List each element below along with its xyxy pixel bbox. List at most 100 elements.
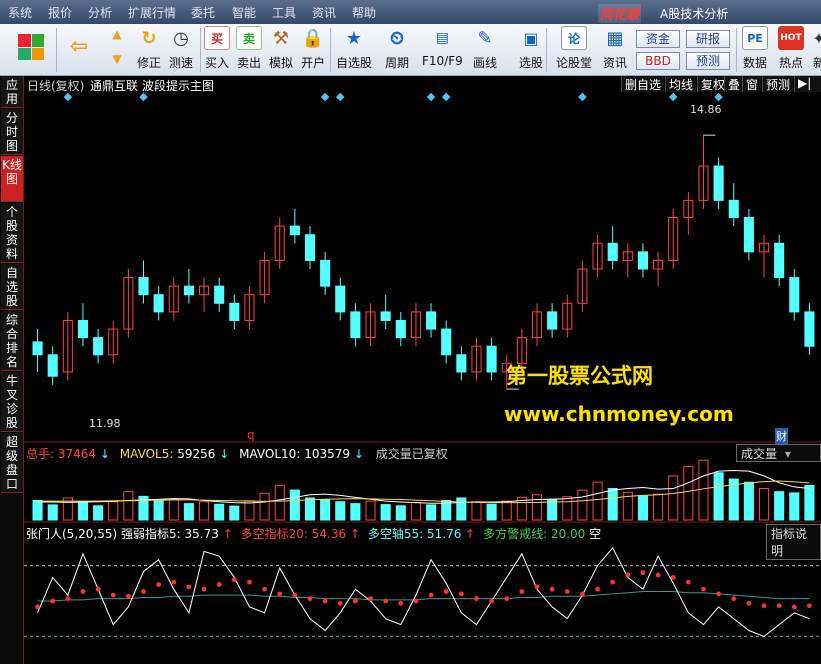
menu-item-4[interactable]: 委托 bbox=[191, 4, 215, 21]
multi20-dot-21 bbox=[352, 598, 358, 604]
toolbar-button-15[interactable]: ✦ 新 bbox=[806, 26, 821, 71]
volume-bar-0 bbox=[32, 499, 43, 521]
toolbar-button-7[interactable]: ⏲ 周期 bbox=[384, 26, 410, 71]
buy-icon: 买 bbox=[204, 26, 230, 50]
menu-item-0[interactable]: 系统 bbox=[8, 4, 32, 21]
toolbar-button-1[interactable]: ◷ 测速 bbox=[168, 26, 194, 71]
chart-header-button-3[interactable]: 叠 bbox=[724, 76, 744, 92]
menu-item-6[interactable]: 工具 bbox=[272, 4, 296, 21]
multi20-dot-49 bbox=[776, 603, 782, 609]
left-tab-2[interactable]: K线图 bbox=[1, 156, 23, 202]
menu-item-5[interactable]: 智能 bbox=[232, 4, 256, 21]
toolbar-button-2[interactable]: 买买入 bbox=[204, 26, 230, 71]
multi20-dot-13 bbox=[231, 577, 237, 583]
menu-item-2[interactable]: 分析 bbox=[88, 4, 112, 21]
page-down-button[interactable]: ▼ bbox=[104, 51, 130, 67]
sell-icon: 卖 bbox=[236, 26, 262, 50]
multi20-dot-2 bbox=[65, 596, 71, 602]
multi20-dot-20 bbox=[337, 600, 343, 606]
multi20-dot-16 bbox=[277, 591, 283, 597]
multi20-dot-18 bbox=[307, 596, 313, 602]
multi20-dot-6 bbox=[125, 593, 131, 599]
candle-body-50 bbox=[789, 277, 800, 313]
toolbar-button-9[interactable]: ✎ 画线 bbox=[472, 26, 498, 71]
volume-bar-35 bbox=[562, 496, 573, 521]
chart-header-button-1[interactable]: 均线 bbox=[665, 76, 697, 92]
toolbar-button-label: 数据 bbox=[742, 56, 767, 70]
menu-item-3[interactable]: 扩展行情 bbox=[128, 4, 176, 21]
signal-diamond-4 bbox=[426, 92, 436, 102]
left-tab-4[interactable]: 自选股 bbox=[1, 264, 23, 310]
multi20-dot-7 bbox=[141, 589, 146, 594]
back-button[interactable]: ⇦ bbox=[66, 34, 92, 59]
menu-item-8[interactable]: 帮助 bbox=[352, 4, 376, 21]
volume-bar-16 bbox=[274, 484, 285, 521]
multi20-dot-32 bbox=[519, 589, 525, 594]
layout-icon[interactable] bbox=[18, 34, 44, 60]
toolbar-button-3[interactable]: 卖卖出 bbox=[236, 26, 262, 71]
volume-bar-19 bbox=[320, 499, 331, 521]
signal-diamond-6 bbox=[578, 92, 587, 102]
chart-header-button-0[interactable]: 删自选 bbox=[621, 76, 665, 92]
page-up-button[interactable]: ▲ bbox=[104, 26, 130, 42]
chart-nav-icon[interactable]: ▶| bbox=[794, 76, 821, 92]
candle-body-12 bbox=[214, 285, 225, 304]
news-icon: ▦ bbox=[606, 27, 624, 49]
multi20-dot-5 bbox=[110, 592, 116, 598]
chart-header-button-4[interactable]: 窗 bbox=[742, 76, 762, 92]
multi20-label: 多空指标20: bbox=[240, 527, 308, 541]
indicator-help-button[interactable]: 指标说明 bbox=[766, 524, 821, 560]
menu-item-7[interactable]: 资讯 bbox=[312, 4, 336, 21]
signal-diamond-7 bbox=[668, 92, 678, 102]
fund-button[interactable]: 资金 bbox=[636, 30, 680, 48]
toolbar-button-4[interactable]: ⚒ 模拟 bbox=[268, 26, 294, 71]
multi20-dot-33 bbox=[534, 584, 540, 590]
multi20-dot-14 bbox=[247, 579, 252, 585]
multi20-dot-35 bbox=[564, 589, 570, 594]
volume-bar-49 bbox=[774, 491, 785, 521]
bbd-button[interactable]: BBD bbox=[636, 52, 680, 70]
left-tab-6[interactable]: 牛叉诊股 bbox=[1, 372, 23, 432]
toolbar-button-10[interactable]: ▣ 选股 bbox=[518, 26, 544, 71]
left-tab-7[interactable]: 超级盘口 bbox=[1, 433, 23, 493]
toolbar-button-6[interactable]: ★ 自选股 bbox=[336, 26, 372, 71]
toolbar-button-8[interactable]: ▤ F10/F9 bbox=[422, 26, 463, 68]
pencil-icon: ✎ bbox=[477, 27, 493, 49]
indicator-title[interactable]: 张门人(5,20,55) bbox=[26, 527, 117, 541]
multi20-dot-44 bbox=[701, 586, 706, 592]
down-arrow-icon: ▼ bbox=[112, 52, 122, 66]
toolbar-button-5[interactable]: 🔒 开户 bbox=[300, 26, 326, 71]
volume-bar-26 bbox=[426, 504, 437, 521]
volume-selector[interactable]: 成交量 ▾ bbox=[736, 444, 821, 462]
volume-bar-28 bbox=[456, 497, 467, 521]
toolbar-button-label: 资讯 bbox=[602, 56, 627, 70]
kline-chart[interactable] bbox=[24, 92, 821, 662]
toolbar-button-12[interactable]: ▦ 资讯 bbox=[602, 26, 628, 71]
candle-body-28 bbox=[456, 354, 467, 373]
finance-marker[interactable]: 财 bbox=[775, 428, 788, 444]
left-tab-3[interactable]: 个股资料 bbox=[1, 203, 23, 263]
toolbar-button-0[interactable]: ↻ 修正 bbox=[136, 26, 162, 71]
toolbar-button-13[interactable]: PE 数据 bbox=[742, 26, 768, 71]
left-tab-1[interactable]: 分时图 bbox=[1, 109, 23, 155]
axis55-label: 多空轴55: bbox=[367, 527, 424, 541]
toolbar-button-14[interactable]: HOT 热点 bbox=[778, 26, 804, 71]
volume-bar-15 bbox=[259, 492, 270, 521]
research-button[interactable]: 研报 bbox=[686, 30, 730, 48]
left-tab-5[interactable]: 综合排名 bbox=[1, 311, 23, 371]
strong5-label: 强弱指标5: bbox=[121, 527, 181, 541]
toolbar-button-11[interactable]: 论论股堂 bbox=[556, 26, 592, 71]
multi20-dot-45 bbox=[716, 591, 722, 597]
menu-item-1[interactable]: 报价 bbox=[48, 4, 72, 21]
volume-bar-37 bbox=[592, 481, 603, 521]
total-volume-value: 37464 bbox=[57, 447, 97, 461]
volume-legend: 总手: 37464 ↓ MAVOL5: 59256 ↓ MAVOL10: 103… bbox=[26, 445, 448, 462]
star-icon: ★ bbox=[345, 27, 363, 49]
toolbar-button-label: 修正 bbox=[136, 56, 161, 70]
chart-header-button-5[interactable]: 预测 bbox=[762, 76, 794, 92]
multi20-value: 54.36 bbox=[311, 527, 347, 541]
volume-note: 成交量已复权 bbox=[375, 447, 448, 461]
indicator-legend: 张门人(5,20,55) 强弱指标5: 35.73 ↑ 多空指标20: 54.3… bbox=[26, 525, 601, 542]
left-tab-0[interactable]: 应用 bbox=[1, 76, 23, 108]
forecast-button[interactable]: 预测 bbox=[686, 52, 730, 70]
